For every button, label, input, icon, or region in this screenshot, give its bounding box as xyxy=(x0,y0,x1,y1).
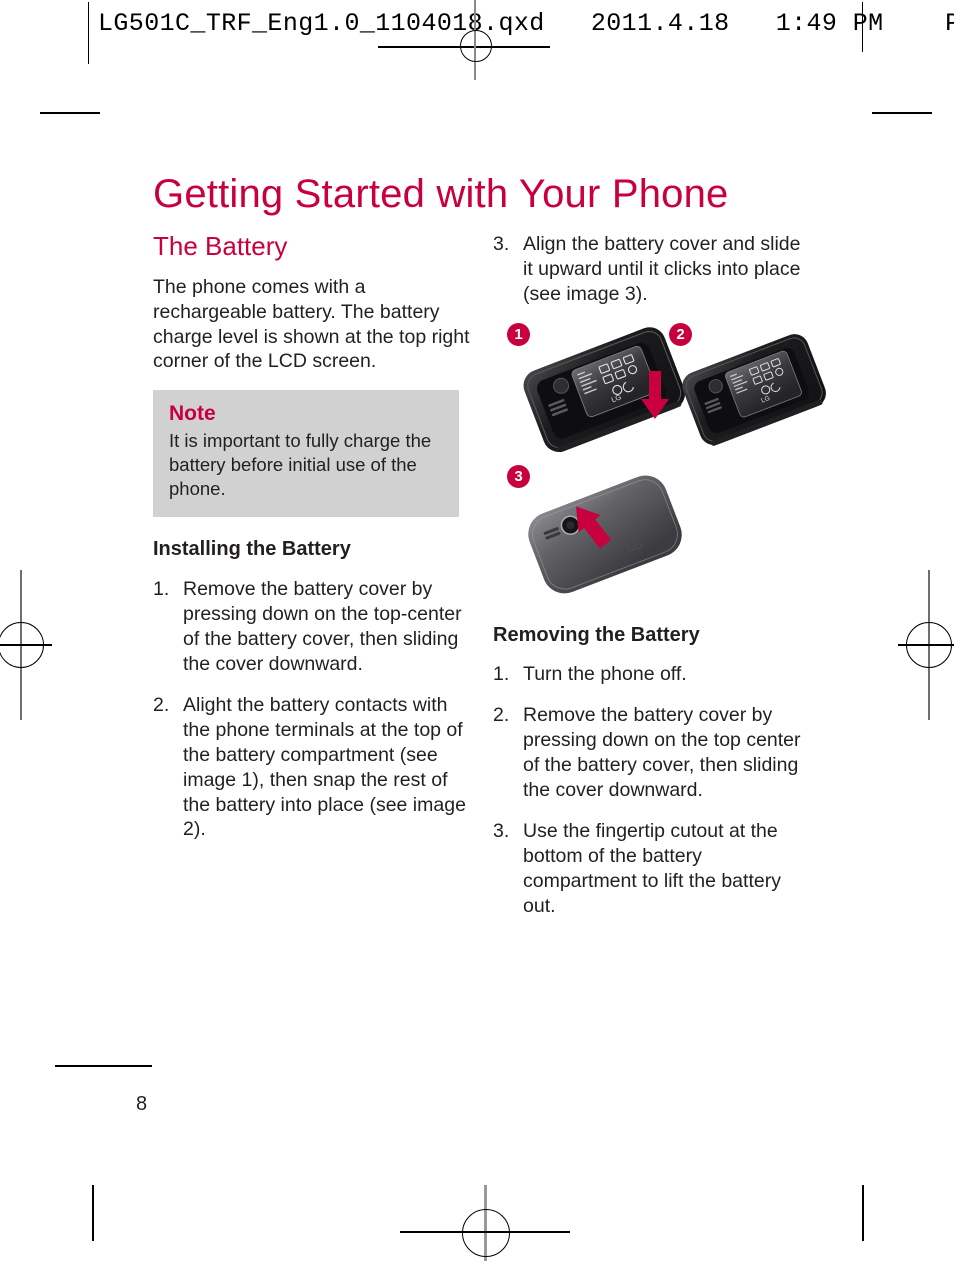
right-column: 3. Align the battery cover and slide it … xyxy=(493,232,826,935)
note-box: Note It is important to fully charge the… xyxy=(153,390,459,518)
section-heading-the-battery: The Battery xyxy=(153,231,288,261)
intro-paragraph: The phone comes with a rechargeable batt… xyxy=(153,275,470,373)
phone-illustration-2: LG xyxy=(682,334,826,446)
manual-page: Getting Started with Your Phone The Batt… xyxy=(0,0,954,1263)
installing-steps-list: Remove the battery cover by pressing dow… xyxy=(153,577,473,843)
list-item: Remove the battery cover by pressing dow… xyxy=(153,577,462,675)
note-title: Note xyxy=(169,402,216,426)
page-title: Getting Started with Your Phone xyxy=(153,171,729,216)
subheading-installing-the-battery: Installing the Battery xyxy=(153,538,351,561)
continued-step-text: Align the battery cover and slide it upw… xyxy=(523,233,801,305)
page-number: 8 xyxy=(136,1093,148,1115)
figure-phone-battery-insert: LG xyxy=(513,327,693,459)
list-item: Remove the battery cover by pressing dow… xyxy=(493,703,801,802)
footer-rule xyxy=(55,1065,152,1067)
note-text: It is important to fully charge the batt… xyxy=(169,429,432,500)
continued-step-number: 3. xyxy=(493,233,510,255)
figure-phone-cover-slide: LG xyxy=(513,467,693,604)
figure-phone-battery-seated: LG xyxy=(673,327,833,459)
figure-badge-3: 3 xyxy=(507,464,530,488)
figure-group: 1 LG 2 LG 3 LG xyxy=(493,317,826,607)
figure-badge-2: 2 xyxy=(669,322,692,346)
subheading-removing-the-battery: Removing the Battery xyxy=(493,623,700,646)
figure-badge-1: 1 xyxy=(507,322,530,346)
continued-step-3: 3. Align the battery cover and slide it … xyxy=(493,232,813,307)
removing-steps-list: Turn the phone off. Remove the battery c… xyxy=(493,662,813,919)
list-item: Alight the battery contacts with the pho… xyxy=(153,693,466,841)
phone-illustration-3: LG xyxy=(528,475,682,594)
phone-illustration-1: LG xyxy=(523,327,686,453)
list-item: Use the fingertip cutout at the bottom o… xyxy=(493,819,781,918)
left-column: The Battery The phone comes with a recha… xyxy=(153,232,473,858)
list-item: Turn the phone off. xyxy=(493,662,687,687)
